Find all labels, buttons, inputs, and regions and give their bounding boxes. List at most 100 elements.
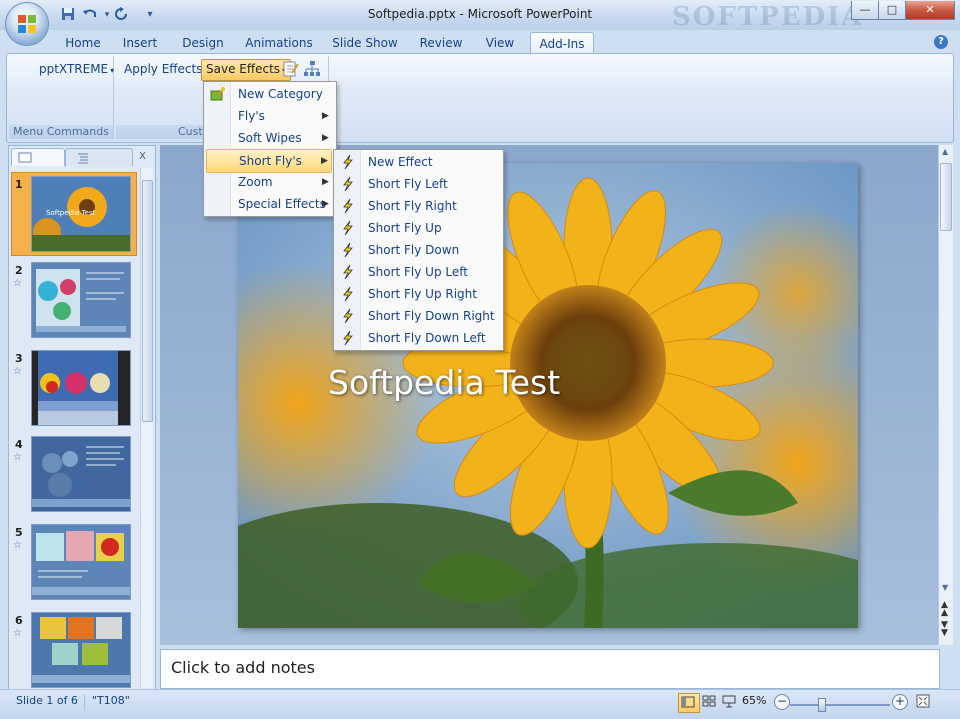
zoom-slider-track[interactable] — [790, 704, 890, 706]
slide-thumbnail-2[interactable] — [31, 262, 131, 338]
apply-effects-button[interactable]: Apply Effects▾ — [120, 59, 213, 79]
slide-show-icon[interactable] — [720, 693, 738, 711]
fit-to-window-icon[interactable] — [916, 694, 930, 708]
submenu-item-label: Short Fly Right — [368, 199, 457, 213]
menu-item-special-effects[interactable]: Special Effects ▶ — [206, 193, 332, 215]
pptxtreme-menu-button[interactable]: pptXTREME ▾ — [35, 59, 118, 79]
tab-animations[interactable]: Animations — [244, 32, 314, 54]
submenu-item-label: Short Fly Down Right — [368, 309, 495, 323]
minimize-button[interactable]: — — [851, 1, 879, 20]
close-button[interactable]: ✕ — [905, 1, 955, 20]
maximize-button[interactable]: □ — [878, 1, 906, 20]
next-slide-icon[interactable]: ▼ ▼ — [941, 621, 948, 638]
submenu-item-short-fly-up[interactable]: Short Fly Up — [336, 217, 500, 239]
office-button[interactable] — [6, 3, 48, 45]
zoom-out-button[interactable]: − — [774, 694, 790, 710]
notes-pane[interactable]: Click to add notes — [160, 649, 940, 689]
menu-item-label: New Category — [238, 87, 323, 101]
slide-number: 5 — [15, 526, 23, 539]
customize-qat-button[interactable]: ▾ — [142, 7, 158, 23]
tab-insert[interactable]: Insert — [118, 32, 162, 54]
tab-home[interactable]: Home — [62, 32, 104, 54]
lightning-icon — [340, 308, 356, 324]
organization-chart-icon[interactable] — [303, 60, 321, 78]
tab-slides[interactable] — [11, 148, 65, 166]
menu-item-new-category[interactable]: New Category — [206, 83, 332, 105]
tab-design[interactable]: Design — [178, 32, 228, 54]
outline-icon — [78, 153, 88, 164]
slide-number: 6 — [15, 614, 23, 627]
animation-star-icon: ☆ — [13, 628, 22, 639]
tab-add-ins[interactable]: Add-Ins — [530, 32, 594, 55]
slide-title[interactable]: Softpedia Test — [328, 363, 560, 402]
tab-outline[interactable] — [65, 148, 133, 166]
zoom-level[interactable]: 65% — [742, 694, 766, 707]
slide-sorter-icon[interactable] — [700, 693, 718, 711]
lightning-icon — [340, 264, 356, 280]
submenu-item-short-fly-left[interactable]: Short Fly Left — [336, 173, 500, 195]
slide-thumbnail-6[interactable] — [31, 612, 131, 688]
submenu-item-label: New Effect — [368, 155, 433, 169]
menu-item-label: Zoom — [238, 175, 273, 189]
menu-item-flys[interactable]: Fly's ▶ — [206, 105, 332, 127]
thumbnail-scrollbar[interactable] — [140, 168, 153, 688]
edit-effect-icon[interactable] — [282, 60, 300, 78]
submenu-item-short-fly-right[interactable]: Short Fly Right — [336, 195, 500, 217]
lightning-icon — [340, 286, 356, 302]
short-flys-submenu: New Effect Short Fly Left Short Fly Righ… — [333, 149, 504, 351]
scroll-up-icon[interactable]: ▲ — [942, 147, 948, 156]
close-pane-icon[interactable]: x — [139, 148, 146, 162]
undo-dropdown-icon[interactable]: ▾ — [99, 7, 115, 23]
submenu-item-new-effect[interactable]: New Effect — [336, 151, 500, 173]
slide-scrollbar[interactable]: ▲ ▼ ▲ ▲ ▼ ▼ — [938, 145, 953, 645]
office-logo-icon — [17, 14, 37, 34]
normal-view-icon[interactable] — [678, 693, 700, 713]
tab-review[interactable]: Review — [416, 32, 466, 54]
title-bar: SOFTPEDIA Softpedia.pptx - Microsoft Pow… — [0, 0, 960, 32]
menu-item-label: Fly's — [238, 109, 265, 123]
group-label-menu-commands: Menu Commands — [9, 125, 113, 139]
scroll-down-icon[interactable]: ▼ — [942, 583, 948, 592]
zoom-in-button[interactable]: + — [892, 694, 908, 710]
menu-item-zoom[interactable]: Zoom ▶ — [206, 171, 332, 193]
submenu-item-short-fly-up-left[interactable]: Short Fly Up Left — [336, 261, 500, 283]
menu-item-short-flys[interactable]: Short Fly's ▶ — [206, 149, 332, 173]
slide-thumbnail-1[interactable]: Softpedia Test — [31, 176, 131, 252]
slide-thumbnail-3[interactable] — [31, 350, 131, 426]
slide-number: 2 — [15, 264, 23, 277]
group-menu-commands: pptXTREME ▾ Menu Commands — [9, 56, 114, 140]
lightning-icon — [340, 198, 356, 214]
status-divider — [84, 694, 85, 710]
submenu-item-short-fly-down-right[interactable]: Short Fly Down Right — [336, 305, 500, 327]
previous-slide-icon[interactable]: ▲ ▲ — [941, 601, 948, 618]
submenu-item-label: Short Fly Left — [368, 177, 448, 191]
animation-star-icon: ☆ — [13, 452, 22, 463]
slide-canvas[interactable]: Softpedia Test — [238, 163, 858, 628]
menu-item-label: Soft Wipes — [238, 131, 302, 145]
ribbon: pptXTREME▾ Menu Commands Apply Effects▾ … — [6, 53, 954, 143]
chevron-right-icon: ▶ — [322, 199, 329, 209]
thumbnail-scrollbar-thumb[interactable] — [142, 180, 153, 422]
slide-thumbnail-4[interactable] — [31, 436, 131, 512]
zoom-slider-thumb[interactable] — [818, 698, 826, 712]
save-effects-button[interactable]: Save Effects▾ — [201, 59, 292, 81]
slide-editing-area: Softpedia Test — [160, 145, 938, 645]
slide-number: 4 — [15, 438, 23, 451]
help-icon[interactable]: ? — [934, 35, 948, 49]
redo-icon[interactable] — [114, 7, 130, 23]
lightning-icon — [340, 154, 356, 170]
save-icon[interactable] — [60, 7, 76, 23]
tab-view[interactable]: View — [480, 32, 520, 54]
tab-slide-show[interactable]: Slide Show — [330, 32, 400, 54]
menu-item-soft-wipes[interactable]: Soft Wipes ▶ — [206, 127, 332, 149]
undo-icon[interactable] — [82, 7, 98, 23]
submenu-item-short-fly-down[interactable]: Short Fly Down — [336, 239, 500, 261]
submenu-item-short-fly-down-left[interactable]: Short Fly Down Left — [336, 327, 500, 349]
ribbon-tabs: Home Insert Design Animations Slide Show… — [0, 30, 960, 55]
chevron-right-icon: ▶ — [322, 177, 329, 187]
slide-thumbnail-5[interactable] — [31, 524, 131, 600]
lightning-icon — [340, 220, 356, 236]
scrollbar-thumb[interactable] — [940, 163, 952, 231]
slides-icon — [18, 152, 32, 163]
submenu-item-short-fly-up-right[interactable]: Short Fly Up Right — [336, 283, 500, 305]
